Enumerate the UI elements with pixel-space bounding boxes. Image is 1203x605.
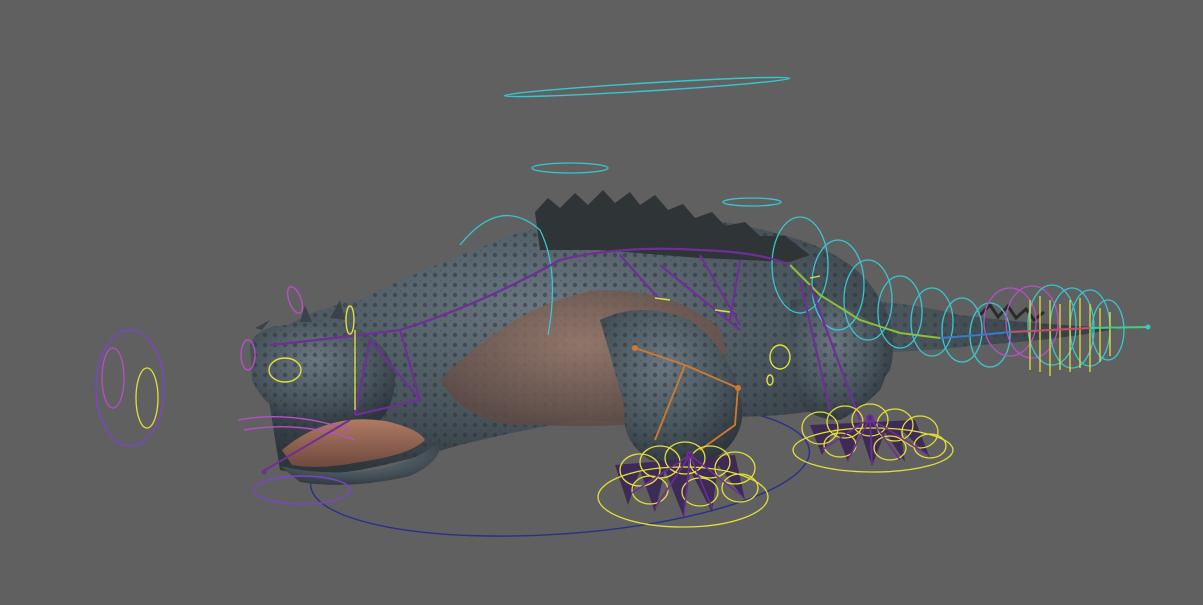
- world-control-line[interactable]: [503, 74, 791, 99]
- scene-canvas[interactable]: [0, 0, 1203, 605]
- eye-look-control[interactable]: [95, 329, 165, 447]
- maya-viewport[interactable]: [0, 0, 1203, 605]
